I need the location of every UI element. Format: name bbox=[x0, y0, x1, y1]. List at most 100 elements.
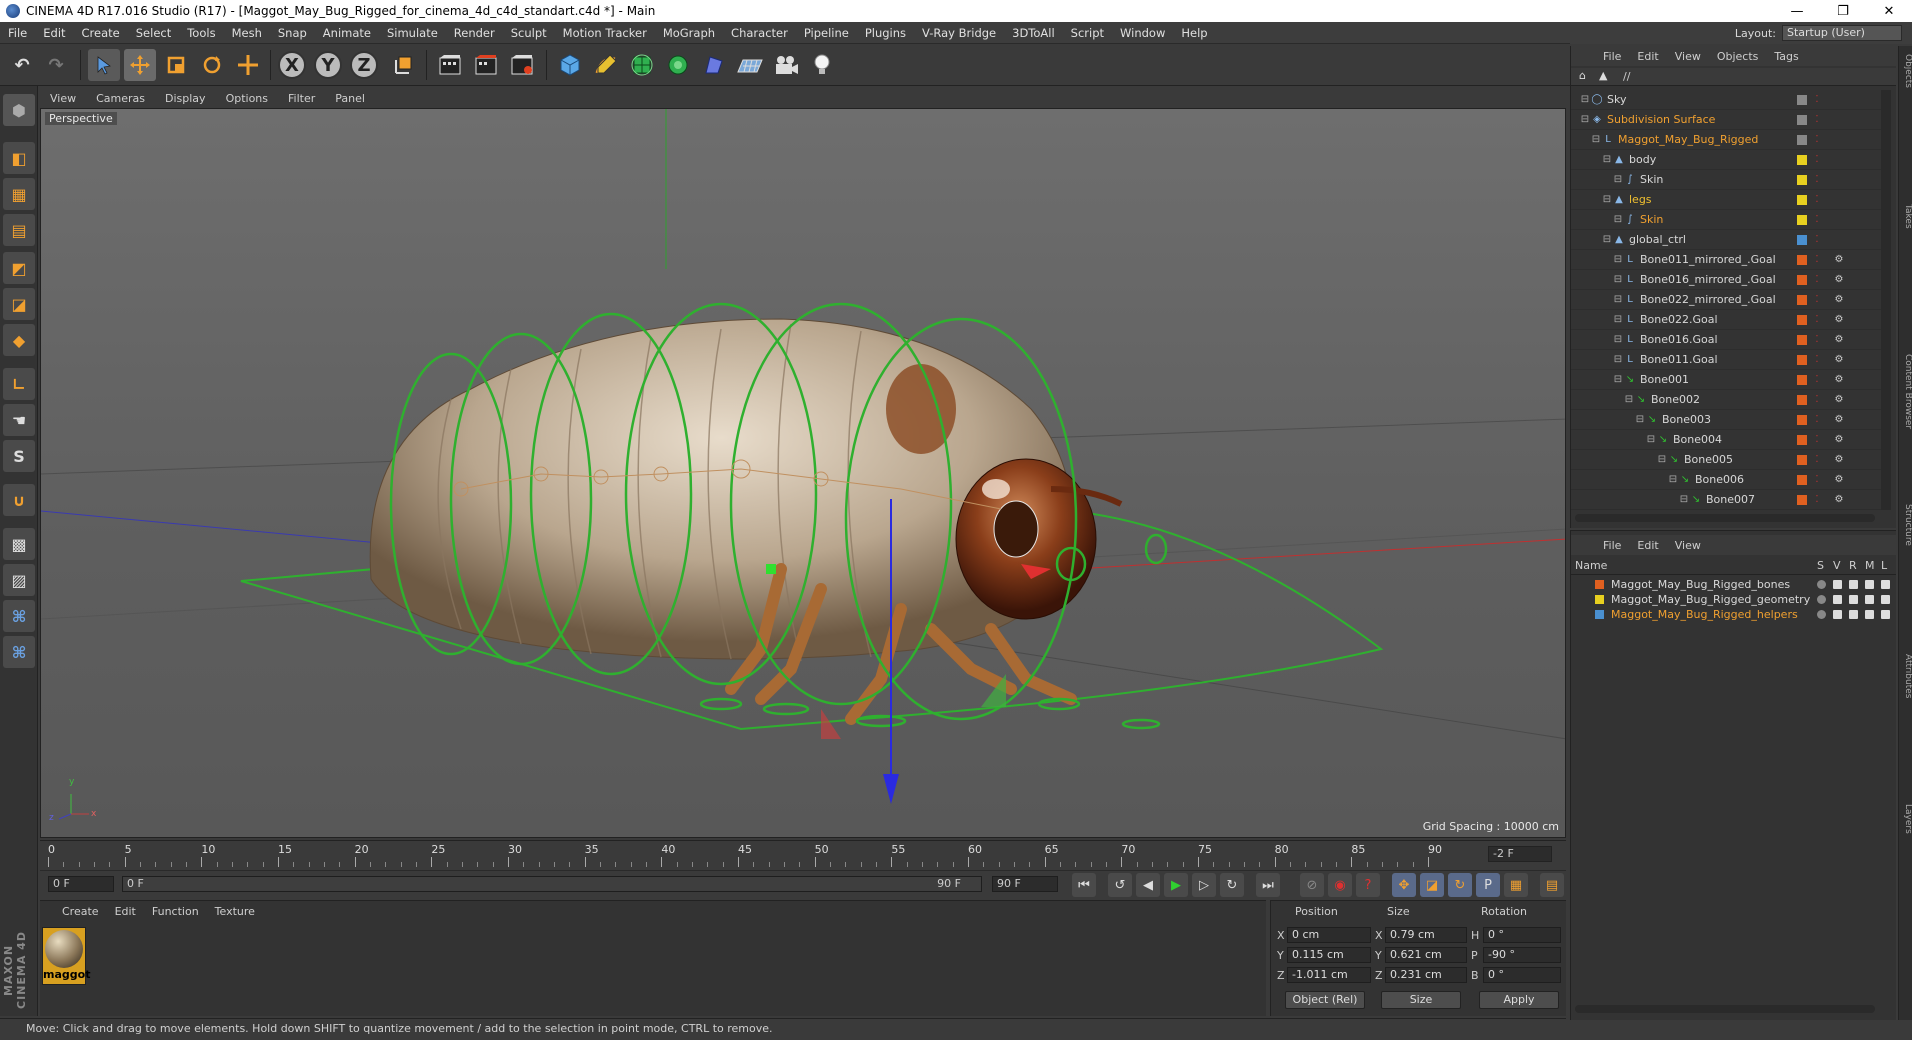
expand-toggle-icon[interactable]: ⊟ bbox=[1623, 394, 1635, 406]
layer-view-toggle-icon[interactable] bbox=[1833, 595, 1842, 604]
right-tab-attributes[interactable]: Attributes bbox=[1899, 654, 1912, 698]
expand-toggle-icon[interactable]: ⊟ bbox=[1612, 354, 1624, 366]
coordinate-system-icon[interactable] bbox=[388, 49, 420, 81]
expand-toggle-icon[interactable]: ⊟ bbox=[1678, 494, 1690, 506]
menu-tools[interactable]: Tools bbox=[179, 26, 223, 40]
visibility-dots-icon[interactable]: ⁚ bbox=[1811, 214, 1823, 226]
object-tree-scrollbar[interactable] bbox=[1881, 90, 1891, 510]
visibility-dots-icon[interactable]: ⁚ bbox=[1811, 274, 1823, 286]
key-position-icon[interactable]: ✥ bbox=[1392, 873, 1416, 897]
viewport-menu-options[interactable]: Options bbox=[216, 92, 278, 105]
layer-row[interactable]: Maggot_May_Bug_Rigged_bones bbox=[1571, 577, 1896, 592]
camera-icon[interactable] bbox=[770, 49, 802, 81]
layer-solo-toggle-icon[interactable] bbox=[1817, 610, 1826, 619]
object-row[interactable]: ⊟ ↘ Bone002 ⁚ ⚙ bbox=[1571, 390, 1881, 410]
position-y-field[interactable]: 0.115 cm bbox=[1287, 947, 1371, 963]
keyframe-selection-icon[interactable]: ? bbox=[1356, 873, 1380, 897]
edges-mode-icon[interactable]: ◪ bbox=[3, 288, 35, 320]
expand-toggle-icon[interactable]: ⊟ bbox=[1634, 414, 1646, 426]
python-script-icon[interactable]: ⌘ bbox=[3, 600, 35, 632]
menu-mesh[interactable]: Mesh bbox=[224, 26, 270, 40]
rotate-tool-icon[interactable] bbox=[196, 49, 228, 81]
coordinate-mode-dropdown[interactable]: Object (Rel) bbox=[1285, 991, 1365, 1009]
record-keys-icon[interactable]: ⊘ bbox=[1300, 873, 1324, 897]
object-row[interactable]: ⊟ ▲ legs ⁚ bbox=[1571, 190, 1881, 210]
right-tab-takes[interactable]: Takes bbox=[1899, 204, 1912, 229]
object-row[interactable]: ⊟ ↘ Bone001 ⁚ ⚙ bbox=[1571, 370, 1881, 390]
polygons-mode-icon[interactable]: ◆ bbox=[3, 324, 35, 356]
object-tag-icon[interactable] bbox=[1833, 134, 1845, 146]
layer-manager-toggle-icon[interactable] bbox=[1865, 595, 1874, 604]
layer-color-tag[interactable] bbox=[1797, 355, 1807, 365]
menu-help[interactable]: Help bbox=[1173, 26, 1215, 40]
object-tag-icon[interactable] bbox=[1833, 234, 1845, 246]
undo-button[interactable]: ↶ bbox=[6, 49, 38, 81]
home-icon[interactable]: ⌂ bbox=[1579, 69, 1586, 82]
layer-color-tag[interactable] bbox=[1797, 375, 1807, 385]
play-forward-icon[interactable]: ▶ bbox=[1164, 873, 1188, 897]
previous-key-icon[interactable]: ↺ bbox=[1108, 873, 1132, 897]
layer-color-tag[interactable] bbox=[1797, 335, 1807, 345]
layer-menu-view[interactable]: View bbox=[1667, 539, 1709, 552]
viewport-menu-filter[interactable]: Filter bbox=[278, 92, 325, 105]
render-settings-icon[interactable] bbox=[506, 49, 538, 81]
expand-toggle-icon[interactable]: ⊟ bbox=[1601, 154, 1613, 166]
layer-solo-toggle-icon[interactable] bbox=[1817, 580, 1826, 589]
visibility-dots-icon[interactable]: ⁚ bbox=[1811, 494, 1823, 506]
layer-color-tag[interactable] bbox=[1797, 455, 1807, 465]
layout-dropdown[interactable]: Startup (User) bbox=[1782, 25, 1902, 41]
object-tag-icon[interactable]: ⚙ bbox=[1833, 314, 1845, 326]
menu-snap[interactable]: Snap bbox=[270, 26, 315, 40]
expand-toggle-icon[interactable]: ⊟ bbox=[1601, 234, 1613, 246]
expand-toggle-icon[interactable]: ⊟ bbox=[1612, 374, 1624, 386]
viewport-menu-display[interactable]: Display bbox=[155, 92, 216, 105]
next-frame-icon[interactable]: ▷ bbox=[1192, 873, 1216, 897]
object-row[interactable]: ⊟ ↘ Bone005 ⁚ ⚙ bbox=[1571, 450, 1881, 470]
object-menu-tags[interactable]: Tags bbox=[1766, 50, 1806, 63]
points-mode-icon[interactable]: ◩ bbox=[3, 252, 35, 284]
light-icon[interactable] bbox=[806, 49, 838, 81]
current-frame-field[interactable]: -2 F bbox=[1488, 846, 1552, 862]
expand-toggle-icon[interactable]: ⊟ bbox=[1612, 334, 1624, 346]
layer-hscrollbar[interactable] bbox=[1575, 1005, 1875, 1013]
object-tag-icon[interactable] bbox=[1833, 214, 1845, 226]
layer-color-tag[interactable] bbox=[1797, 175, 1807, 185]
object-row[interactable]: ⊟ ◈ Subdivision Surface ⁚ bbox=[1571, 110, 1881, 130]
menu-script[interactable]: Script bbox=[1063, 26, 1112, 40]
layer-locked-toggle-icon[interactable] bbox=[1881, 595, 1890, 604]
material-menu-function[interactable]: Function bbox=[144, 905, 207, 918]
visibility-dots-icon[interactable]: ⁚ bbox=[1811, 334, 1823, 346]
cloner-icon[interactable] bbox=[662, 49, 694, 81]
layer-color-tag[interactable] bbox=[1797, 475, 1807, 485]
render-picture-viewer-icon[interactable] bbox=[470, 49, 502, 81]
visibility-dots-icon[interactable]: ⁚ bbox=[1811, 434, 1823, 446]
size-z-field[interactable]: 0.231 cm bbox=[1385, 967, 1467, 983]
menu-simulate[interactable]: Simulate bbox=[379, 26, 446, 40]
locked-workplane-icon[interactable]: ▨ bbox=[3, 564, 35, 596]
x-axis-lock-button[interactable]: X bbox=[278, 51, 306, 79]
key-parameter-icon[interactable]: P bbox=[1476, 873, 1500, 897]
visibility-dots-icon[interactable]: ⁚ bbox=[1811, 474, 1823, 486]
size-y-field[interactable]: 0.621 cm bbox=[1385, 947, 1467, 963]
expand-toggle-icon[interactable]: ⊟ bbox=[1645, 434, 1657, 446]
workplane-icon[interactable]: ▤ bbox=[3, 214, 35, 246]
goto-end-icon[interactable]: ⏭ bbox=[1256, 873, 1280, 897]
object-row[interactable]: ⊟ L Bone011.Goal ⁚ ⚙ bbox=[1571, 350, 1881, 370]
visibility-dots-icon[interactable]: ⁚ bbox=[1811, 374, 1823, 386]
layer-solo-toggle-icon[interactable] bbox=[1817, 595, 1826, 604]
visibility-dots-icon[interactable]: ⁚ bbox=[1811, 454, 1823, 466]
menu-window[interactable]: Window bbox=[1112, 26, 1173, 40]
visibility-dots-icon[interactable]: ⁚ bbox=[1811, 314, 1823, 326]
material-menu-edit[interactable]: Edit bbox=[107, 905, 144, 918]
layer-color-swatch[interactable] bbox=[1595, 595, 1604, 604]
magnet-icon[interactable]: ∪ bbox=[3, 484, 35, 516]
object-menu-objects[interactable]: Objects bbox=[1709, 50, 1767, 63]
select-tool-icon[interactable] bbox=[88, 49, 120, 81]
expand-toggle-icon[interactable]: ⊟ bbox=[1612, 294, 1624, 306]
object-tag-icon[interactable] bbox=[1833, 194, 1845, 206]
menu-edit[interactable]: Edit bbox=[35, 26, 73, 40]
object-tag-icon[interactable] bbox=[1833, 94, 1845, 106]
redo-button[interactable]: ↷ bbox=[40, 49, 72, 81]
layer-color-tag[interactable] bbox=[1797, 135, 1807, 145]
visibility-dots-icon[interactable]: ⁚ bbox=[1811, 294, 1823, 306]
